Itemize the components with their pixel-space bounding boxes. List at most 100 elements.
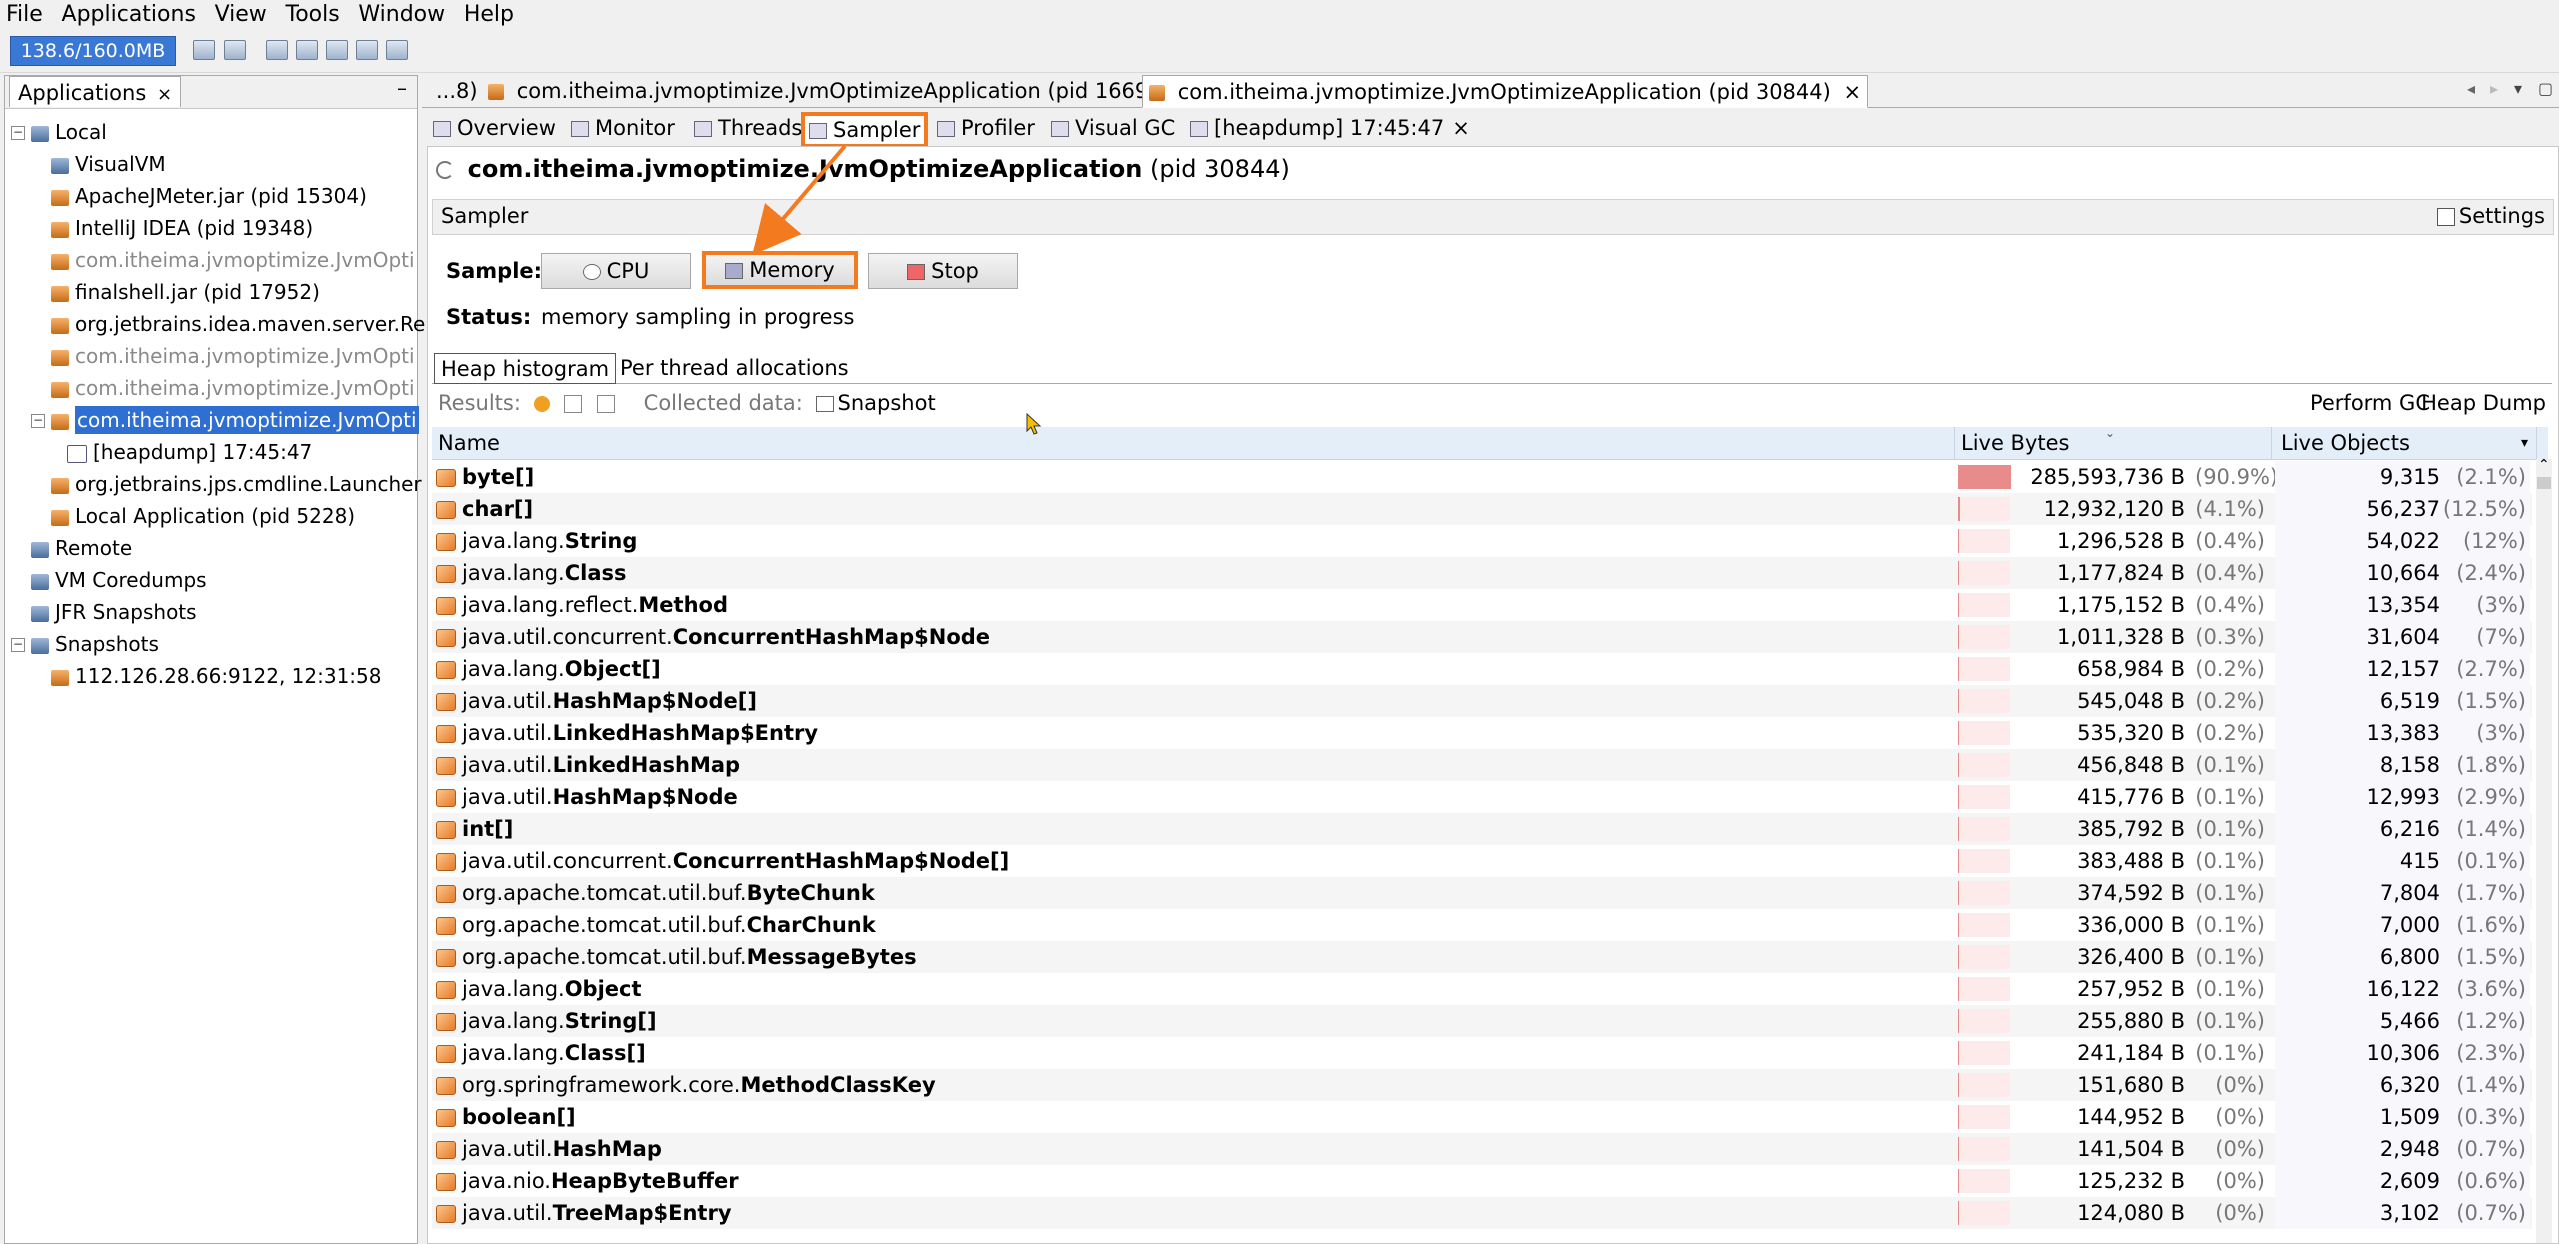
close-icon[interactable]: × <box>1452 116 1470 140</box>
menu-applications[interactable]: Applications <box>56 0 202 30</box>
tree-item[interactable]: − Snapshots <box>11 629 159 659</box>
tab-monitor[interactable]: Monitor <box>567 114 679 142</box>
table-row[interactable]: java.nio.HeapByteBuffer 125,232 B (0%) 2,60… <box>432 1165 2532 1197</box>
tab-heapdump[interactable]: [heapdump] 17:45:47 × <box>1186 114 1474 142</box>
menu-window[interactable]: Window <box>352 0 451 30</box>
tree-item[interactable]: com.itheima.jvmoptimize.JvmOpti <box>51 245 415 275</box>
tab-heap-histogram[interactable]: Heap histogram <box>434 353 617 384</box>
tab-list-dropdown-icon[interactable]: ▾ <box>2514 79 2522 98</box>
minimize-icon[interactable]: – <box>397 76 407 100</box>
table-row[interactable]: org.springframework.core.MethodClassKey 1… <box>432 1069 2532 1101</box>
column-live-objects[interactable]: Live Objects ▾ <box>2275 427 2537 459</box>
table-row[interactable]: java.util.HashMap 141,504 B (0%) 2,948 (0.7%… <box>432 1133 2532 1165</box>
heap-dump-button[interactable]: Heap Dump <box>2421 387 2546 419</box>
tree-item-label: com.itheima.jvmoptimize.JvmOpti <box>75 376 415 400</box>
maximize-window-icon[interactable]: ▢ <box>2538 79 2553 98</box>
cpu-button[interactable]: CPU <box>541 253 691 289</box>
tree-item[interactable]: 112.126.28.66:9122, 12:31:58 <box>51 661 382 691</box>
table-row[interactable]: java.lang.reflect.Method 1,175,152 B (0.4%… <box>432 589 2532 621</box>
table-row[interactable]: java.util.LinkedHashMap$Entry 535,320 B (0… <box>432 717 2532 749</box>
add-jmx-connection-icon[interactable] <box>193 40 215 60</box>
table-row[interactable]: java.lang.String[] 255,880 B (0.1%) 5,466 (1… <box>432 1005 2532 1037</box>
table-row[interactable]: org.apache.tomcat.util.buf.MessageBytes 3… <box>432 941 2532 973</box>
thread-dump-icon[interactable] <box>266 40 288 60</box>
stop-button[interactable]: Stop <box>868 253 1018 289</box>
tree-item[interactable]: Local Application (pid 5228) <box>51 501 355 531</box>
menu-tools[interactable]: Tools <box>280 0 346 30</box>
tree-item[interactable]: − Local <box>11 117 107 147</box>
settings-checkbox[interactable] <box>2436 208 2455 226</box>
column-live-bytes[interactable]: Live Bytes ⌄ <box>1955 426 2272 459</box>
collapse-toggle-icon[interactable]: − <box>31 414 45 428</box>
perform-gc-button[interactable]: Perform GC <box>2310 387 2430 419</box>
table-scrollbar[interactable]: ⌃ <box>2536 457 2552 1243</box>
close-icon[interactable]: × <box>157 84 172 105</box>
settings-toggle[interactable]: Settings <box>2436 204 2545 228</box>
table-row[interactable]: java.util.LinkedHashMap 456,848 B (0.1%) 8,… <box>432 749 2532 781</box>
table-row[interactable]: org.apache.tomcat.util.buf.CharChunk 336,… <box>432 909 2532 941</box>
tree-item[interactable]: com.itheima.jvmoptimize.JvmOpti <box>51 341 415 371</box>
table-row[interactable]: org.apache.tomcat.util.buf.ByteChunk 374,… <box>432 877 2532 909</box>
column-name[interactable]: Name <box>432 427 1955 459</box>
refresh-icon[interactable] <box>564 395 583 413</box>
table-row[interactable]: java.lang.Class 1,177,824 B (0.4%) 10,664 (2… <box>432 557 2532 589</box>
table-row[interactable]: java.util.HashMap$Node[] 545,048 B (0.2%) 6… <box>432 685 2532 717</box>
table-row[interactable]: java.util.HashMap$Node 415,776 B (0.1%) 12,… <box>432 781 2532 813</box>
table-row[interactable]: java.lang.Object 257,952 B (0.1%) 16,122 (3.… <box>432 973 2532 1005</box>
applications-tab[interactable]: Applications × <box>9 76 182 107</box>
snapshot-icon[interactable] <box>326 40 348 60</box>
tree-item[interactable]: IntelliJ IDEA (pid 19348) <box>51 213 313 243</box>
tab-sampler[interactable]: Sampler <box>801 112 929 148</box>
table-row[interactable]: java.util.concurrent.ConcurrentHashMap$N… <box>432 621 2532 653</box>
tree-item[interactable]: − com.itheima.jvmoptimize.JvmOpti <box>31 405 419 435</box>
snapshot-button[interactable]: Snapshot <box>815 391 936 415</box>
table-row[interactable]: java.lang.Object[] 658,984 B (0.2%) 12,157 (… <box>432 653 2532 685</box>
heap-dump-icon[interactable] <box>296 40 318 60</box>
table-row[interactable]: char[] 12,932,120 B (4.1%) 56,237 (12.5%) <box>432 493 2532 525</box>
memory-usage-indicator[interactable]: 138.6/160.0MB <box>10 36 176 66</box>
tree-item[interactable]: JFR Snapshots <box>31 597 197 627</box>
close-icon[interactable]: × <box>1844 80 1862 104</box>
scroll-tabs-left-icon[interactable]: ◂ <box>2467 79 2475 98</box>
tab-overflow[interactable]: ...8) <box>430 75 484 106</box>
tab-visual-gc[interactable]: Visual GC <box>1047 114 1179 142</box>
table-row[interactable]: java.util.concurrent.ConcurrentHashMap$N… <box>432 845 2532 877</box>
tab-per-thread-allocations[interactable]: Per thread allocations <box>614 353 855 382</box>
pause-icon[interactable] <box>533 396 550 412</box>
tab-app-30844[interactable]: com.itheima.jvmoptimize.JvmOptimizeAppli… <box>1142 75 1869 108</box>
scroll-thumb[interactable] <box>2537 477 2551 489</box>
scroll-tabs-right-icon[interactable]: ▸ <box>2490 79 2498 98</box>
menu-file[interactable]: File <box>0 0 49 30</box>
menu-help[interactable]: Help <box>458 0 520 30</box>
tree-item[interactable]: VM Coredumps <box>31 565 207 595</box>
tab-profiler[interactable]: Profiler <box>933 114 1039 142</box>
tree-item[interactable]: VisualVM <box>51 149 166 179</box>
tab-threads[interactable]: Threads <box>690 114 806 142</box>
tab-app-16696[interactable]: com.itheima.jvmoptimize.JvmOptimizeAppli… <box>482 75 1206 106</box>
tree-item[interactable]: org.jetbrains.idea.maven.server.Re <box>51 309 425 339</box>
table-row[interactable]: byte[] 285,593,736 B (90.9%) 9,315 (2.1%) <box>432 461 2532 493</box>
table-row[interactable]: java.util.TreeMap$Entry 124,080 B (0%) 3,10… <box>432 1197 2532 1229</box>
table-row[interactable]: boolean[] 144,952 B (0%) 1,509 (0.3%) <box>432 1101 2532 1133</box>
collapse-toggle-icon[interactable]: − <box>11 638 25 652</box>
live-bytes-bar <box>1958 593 1959 617</box>
load-snapshot-icon[interactable] <box>356 40 378 60</box>
menu-view[interactable]: View <box>209 0 273 30</box>
tab-overview[interactable]: Overview <box>429 114 560 142</box>
table-row[interactable]: java.lang.Class[] 241,184 B (0.1%) 10,306 (2… <box>432 1037 2532 1069</box>
column-options-icon[interactable]: ▾ <box>2521 427 2528 459</box>
tree-item[interactable]: org.jetbrains.jps.cmdline.Launcher <box>51 469 422 499</box>
collapse-toggle-icon[interactable]: − <box>11 126 25 140</box>
memory-button[interactable]: Memory <box>702 251 858 289</box>
add-remote-host-icon[interactable] <box>224 40 246 60</box>
compare-snapshots-icon[interactable] <box>386 40 408 60</box>
table-row[interactable]: int[] 385,792 B (0.1%) 6,216 (1.4%) <box>432 813 2532 845</box>
tree-item[interactable]: finalshell.jar (pid 17952) <box>51 277 320 307</box>
tree-item[interactable]: Remote <box>31 533 132 563</box>
tree-item[interactable]: com.itheima.jvmoptimize.JvmOpti <box>51 373 415 403</box>
scroll-up-icon[interactable]: ⌃ <box>2538 457 2550 473</box>
tree-item[interactable]: ApacheJMeter.jar (pid 15304) <box>51 181 367 211</box>
table-row[interactable]: java.lang.String 1,296,528 B (0.4%) 54,022 (… <box>432 525 2532 557</box>
delta-icon[interactable] <box>596 395 615 413</box>
tree-item[interactable]: [heapdump] 17:45:47 <box>67 437 312 467</box>
